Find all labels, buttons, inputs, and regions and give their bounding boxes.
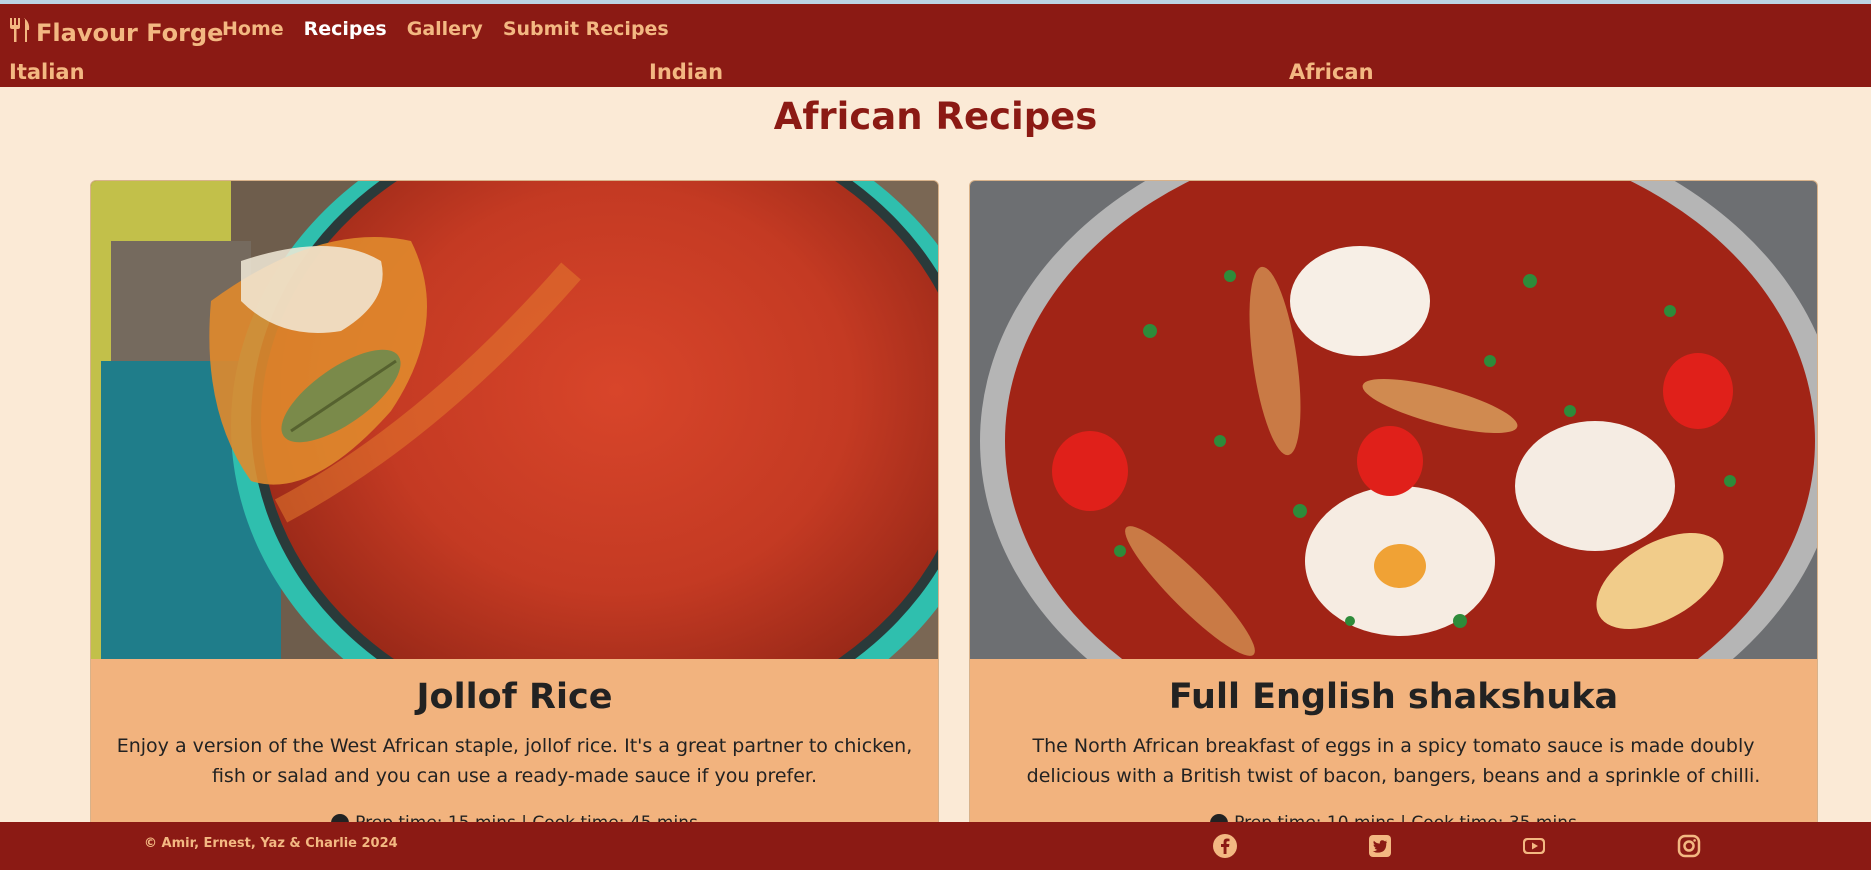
recipe-card-body: Jollof Rice Enjoy a version of the West … xyxy=(91,659,938,833)
cuisine-italian[interactable]: Italian xyxy=(9,60,85,84)
twitter-icon[interactable] xyxy=(1367,833,1393,859)
brand-logo[interactable]: Flavour Forge xyxy=(8,16,223,50)
nav-recipes[interactable]: Recipes xyxy=(304,18,387,40)
cuisine-nav: Italian Indian African xyxy=(0,60,1871,87)
recipe-card-jollof-rice[interactable]: Jollof Rice Enjoy a version of the West … xyxy=(90,180,939,840)
nav-submit-recipes[interactable]: Submit Recipes xyxy=(503,18,669,40)
cuisine-indian[interactable]: Indian xyxy=(649,60,723,84)
utensils-icon xyxy=(8,16,32,50)
nav-gallery[interactable]: Gallery xyxy=(407,18,483,40)
facebook-icon[interactable] xyxy=(1212,833,1238,859)
youtube-icon[interactable] xyxy=(1521,833,1547,859)
recipe-image xyxy=(91,181,938,659)
brand-name: Flavour Forge xyxy=(36,19,224,47)
page-title: African Recipes xyxy=(773,95,1098,138)
recipe-title: Jollof Rice xyxy=(416,677,613,717)
cuisine-african[interactable]: African xyxy=(1289,60,1374,84)
footer: © Amir, Ernest, Yaz & Charlie 2024 xyxy=(0,822,1871,870)
recipe-description: Enjoy a version of the West African stap… xyxy=(116,735,913,787)
nav-home[interactable]: Home xyxy=(222,18,284,40)
recipe-card-full-english-shakshuka[interactable]: Full English shakshuka The North African… xyxy=(969,180,1818,840)
main-nav: Home Recipes Gallery Submit Recipes xyxy=(222,18,669,40)
recipe-title: Full English shakshuka xyxy=(1168,677,1619,717)
navbar: Flavour Forge Home Recipes Gallery Submi… xyxy=(0,4,1871,87)
instagram-icon[interactable] xyxy=(1676,833,1702,859)
footer-copyright: © Amir, Ernest, Yaz & Charlie 2024 xyxy=(144,836,398,851)
recipe-image xyxy=(970,181,1817,659)
recipe-card-body: Full English shakshuka The North African… xyxy=(970,659,1817,833)
recipe-description: The North African breakfast of eggs in a… xyxy=(1026,735,1761,787)
